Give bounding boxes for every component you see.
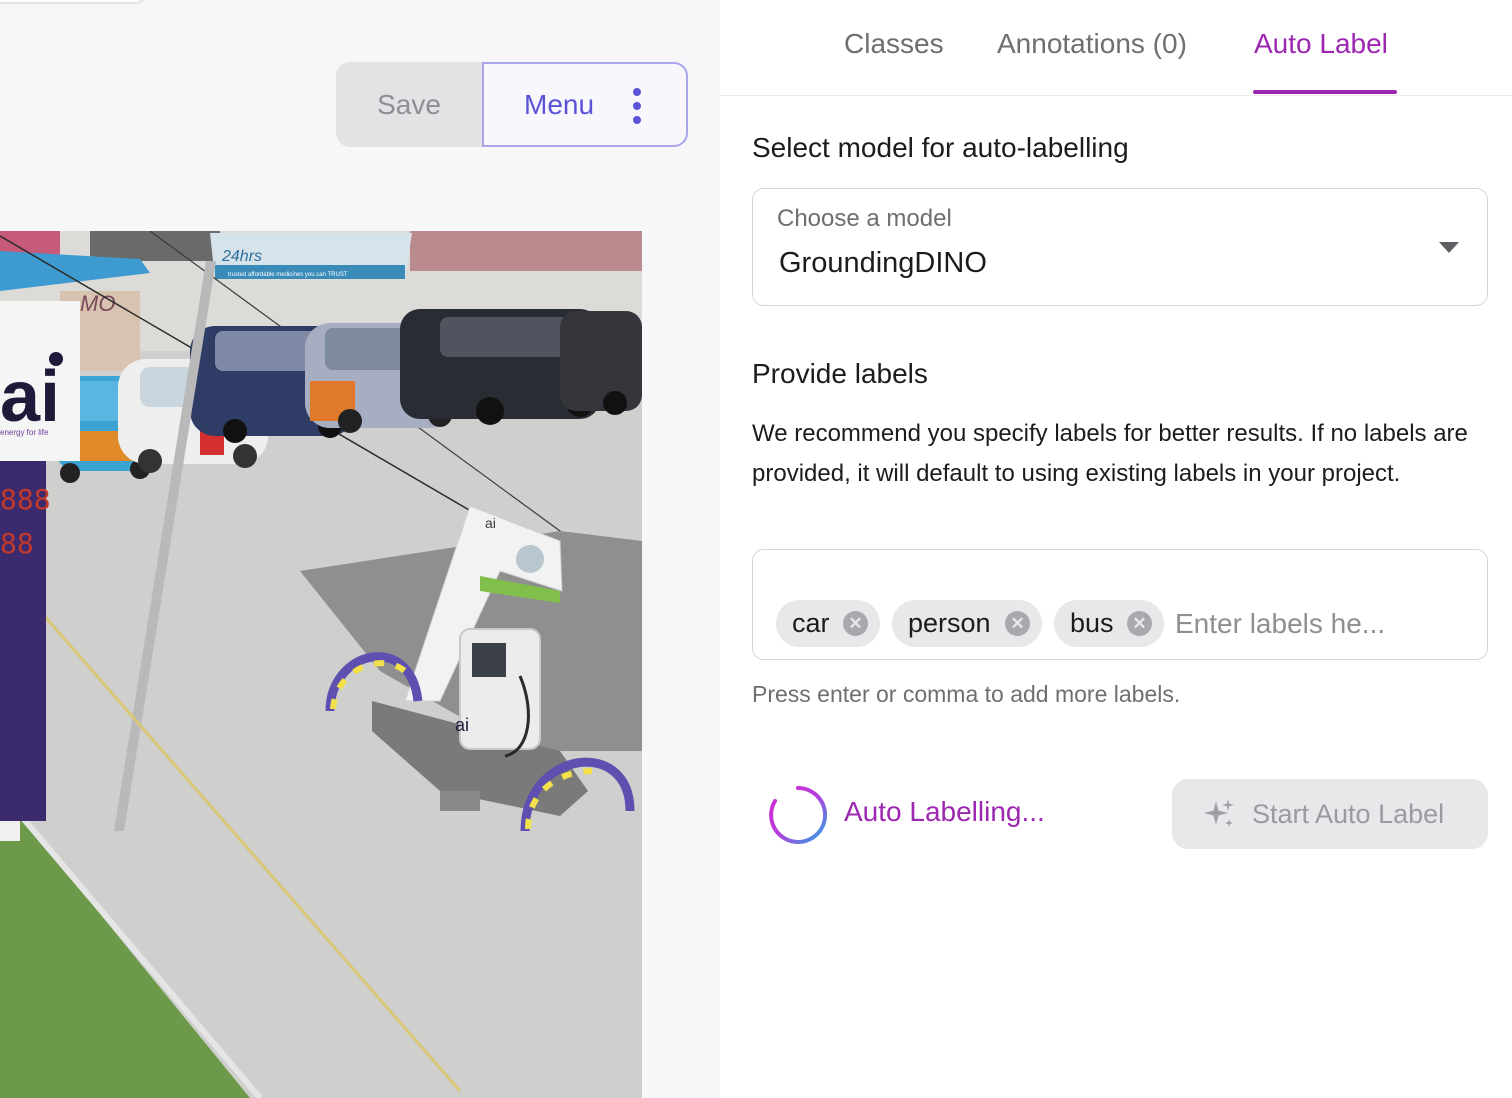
canvas-area: Save Menu 24hrs trusted affordable medic… [0,0,720,1098]
kebab-vertical-icon [632,88,642,124]
top-edge-card [0,0,145,2]
label-chip-person: person ✕ [892,600,1042,647]
price-digits-2: 88 [0,527,34,560]
labels-description: We recommend you specify labels for bett… [752,420,1468,487]
pump-brand: ai [485,515,496,531]
label-chip-bus: bus ✕ [1054,600,1164,647]
model-select-caption: Choose a model [777,205,952,232]
auto-label-panel: Classes Annotations (0) Auto Label Selec… [720,0,1512,1098]
start-auto-label-text: Start Auto Label [1252,799,1445,829]
tab-auto-label[interactable]: Auto Label [1254,28,1388,60]
banner-text: trusted affordable medicines you can TRU… [228,272,348,278]
sparkle-icon [1204,799,1234,827]
remove-chip-icon[interactable]: ✕ [1005,611,1030,636]
annotation-image[interactable]: 24hrs trusted affordable medicines you c… [0,231,642,1098]
tab-classes[interactable]: Classes [844,28,944,60]
model-section-title: Select model for auto-labelling [752,132,1129,163]
wall-text: MO [80,291,115,316]
chip-label: car [792,608,830,638]
caret-down-icon [1439,242,1459,253]
sign-24hrs: 24hrs [221,248,262,265]
gas-station-photo: 24hrs trusted affordable medicines you c… [0,231,642,1098]
menu-label: Menu [524,88,595,120]
model-select[interactable]: Choose a model GroundingDINO [752,188,1488,306]
start-auto-label-button[interactable]: Start Auto Label [1172,779,1488,849]
car-black-right [560,311,642,415]
active-tab-indicator [1253,90,1397,94]
labels-input-box[interactable]: car ✕ person ✕ bus ✕ [752,549,1488,660]
panel-tabs: Classes Annotations (0) Auto Label [720,0,1512,96]
labels-section-title: Provide labels [752,358,928,389]
chip-label: bus [1070,608,1114,638]
toolbar-actions: Save Menu [336,62,688,147]
labels-helper-text: Press enter or comma to add more labels. [752,681,1181,707]
tab-annotations[interactable]: Annotations (0) [997,28,1187,60]
spinner-icon [769,785,828,844]
save-button[interactable]: Save [336,62,482,147]
label-chip-car: car ✕ [776,600,880,647]
charger-brand: ai [455,715,469,735]
station-tagline: energy for life [0,428,49,437]
remove-chip-icon[interactable]: ✕ [843,611,868,636]
model-select-value: GroundingDINO [779,247,987,279]
menu-button[interactable]: Menu [482,62,688,147]
chip-label: person [908,608,991,638]
auto-labelling-status: Auto Labelling... [844,796,1045,827]
labels-input[interactable] [1175,604,1475,644]
station-brand: ai [0,357,60,437]
remove-chip-icon[interactable]: ✕ [1127,611,1152,636]
price-digits-1: 888 [0,483,51,516]
